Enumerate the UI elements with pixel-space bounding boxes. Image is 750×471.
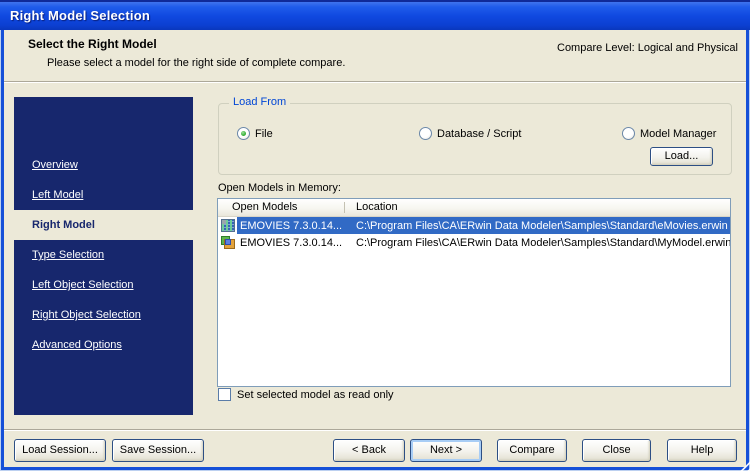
radio-file[interactable]: File: [237, 127, 273, 140]
radio-unselected-icon: [419, 127, 432, 140]
save-session-button[interactable]: Save Session...: [112, 439, 204, 462]
list-header-row: Open Models Location: [218, 199, 730, 217]
model-name-cell: EMOVIES 7.3.0.14...: [240, 236, 343, 249]
read-only-checkbox-row[interactable]: Set selected model as read only: [218, 388, 394, 401]
sidebar-item-right-model[interactable]: Right Model: [14, 210, 193, 240]
compare-button[interactable]: Compare: [497, 439, 567, 462]
dialog-window: Right Model Selection Select the Right M…: [0, 0, 750, 471]
load-button[interactable]: Load...: [650, 147, 713, 166]
load-from-legend: Load From: [229, 96, 291, 108]
sidebar-item-advanced-options[interactable]: Advanced Options: [14, 330, 193, 360]
model-location-cell: C:\Program Files\CA\ERwin Data Modeler\S…: [356, 236, 730, 249]
model-row-mymodel[interactable]: EMOVIES 7.3.0.14... C:\Program Files\CA\…: [218, 234, 730, 251]
open-models-label: Open Models in Memory:: [218, 182, 341, 194]
sidebar-item-left-model[interactable]: Left Model: [14, 180, 193, 210]
page-title: Select the Right Model: [28, 37, 157, 51]
radio-database-script[interactable]: Database / Script: [419, 127, 521, 140]
column-header-location[interactable]: Location: [345, 199, 730, 216]
row-cells: EMOVIES 7.3.0.14... C:\Program Files\CA\…: [237, 234, 730, 251]
radio-unselected-icon: [622, 127, 635, 140]
model-name-cell: EMOVIES 7.3.0.14...: [240, 219, 343, 232]
radio-model-manager[interactable]: Model Manager: [622, 127, 716, 140]
sidebar-item-left-object-selection[interactable]: Left Object Selection: [14, 270, 193, 300]
title-bar[interactable]: Right Model Selection: [0, 0, 750, 30]
load-from-groupbox: Load From File Database / Script Model M…: [218, 96, 732, 175]
radio-selected-icon: [237, 127, 250, 140]
footer-separator: [4, 429, 746, 431]
sidebar-item-overview[interactable]: Overview: [14, 150, 193, 180]
radio-file-label: File: [255, 127, 273, 140]
selected-row-highlight: EMOVIES 7.3.0.14... C:\Program Files\CA\…: [237, 217, 730, 234]
model-row-emovies[interactable]: EMOVIES 7.3.0.14... C:\Program Files\CA\…: [218, 217, 730, 234]
wizard-sidebar: Overview Left Model Right Model Type Sel…: [14, 97, 193, 415]
checkbox-unchecked-icon[interactable]: [218, 388, 231, 401]
radio-database-script-label: Database / Script: [437, 127, 522, 140]
next-button[interactable]: Next >: [410, 439, 482, 462]
cube-icon: [225, 239, 231, 245]
erwin-model-orange-icon: [221, 236, 235, 249]
sidebar-item-right-object-selection[interactable]: Right Object Selection: [14, 300, 193, 330]
sidebar-item-type-selection[interactable]: Type Selection: [14, 240, 193, 270]
radio-model-manager-label: Model Manager: [640, 127, 717, 140]
erwin-model-green-icon: [221, 219, 235, 232]
window-title: Right Model Selection: [10, 8, 150, 23]
help-button[interactable]: Help: [667, 439, 737, 462]
model-location-cell: C:\Program Files\CA\ERwin Data Modeler\S…: [356, 219, 728, 232]
compare-level-label: Compare Level: Logical and Physical: [557, 42, 738, 54]
read-only-checkbox-label: Set selected model as read only: [237, 388, 394, 401]
load-session-button[interactable]: Load Session...: [14, 439, 106, 462]
column-header-open-models[interactable]: Open Models: [218, 199, 345, 216]
open-models-list: Open Models Location EMOVIES 7.3.0.14...…: [217, 198, 731, 387]
dialog-body: Select the Right Model Please select a m…: [4, 30, 746, 467]
close-button[interactable]: Close: [582, 439, 651, 462]
back-button[interactable]: < Back: [333, 439, 405, 462]
wizard-header: Select the Right Model Please select a m…: [4, 30, 746, 82]
page-subtitle: Please select a model for the right side…: [47, 57, 346, 69]
